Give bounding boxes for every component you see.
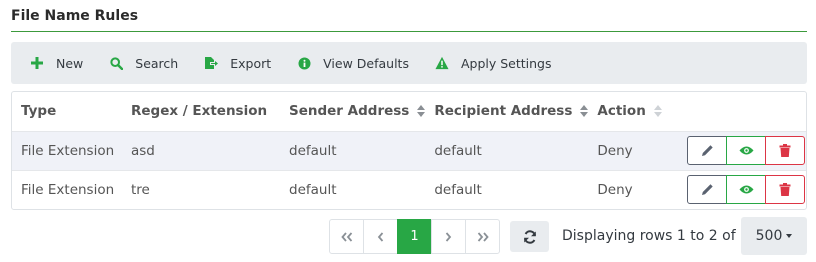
column-header-type[interactable]: Type — [12, 92, 122, 131]
cell-buttons — [674, 169, 806, 209]
eye-icon — [739, 185, 754, 194]
trash-icon — [779, 183, 791, 197]
cell-type: File Extension — [12, 130, 122, 170]
table-header-row: Type Regex / Extension Sender Address Re… — [12, 92, 806, 131]
cell-action: Deny — [588, 130, 675, 170]
pencil-icon — [701, 184, 713, 196]
search-icon — [109, 56, 123, 70]
page-size-value: 500 — [755, 228, 783, 244]
toolbar: New Search Export View Defaults Apply Se… — [11, 42, 807, 84]
first-page-button[interactable] — [329, 219, 364, 254]
page-button-current[interactable]: 1 — [397, 219, 432, 254]
search-label: Search — [135, 55, 179, 71]
next-page-button[interactable] — [431, 219, 466, 254]
sort-icon[interactable] — [580, 104, 589, 118]
column-header-regex[interactable]: Regex / Extension — [122, 92, 280, 131]
cell-recipient: default — [425, 130, 589, 170]
cell-sender: default — [280, 130, 426, 170]
export-button[interactable]: Export — [195, 48, 280, 78]
last-page-button[interactable] — [465, 219, 500, 254]
column-header-recipient[interactable]: Recipient Address — [425, 92, 589, 131]
double-chevron-right-icon — [477, 231, 489, 242]
cell-action: Deny — [588, 169, 675, 209]
cell-buttons — [674, 130, 806, 170]
refresh-icon — [523, 229, 536, 244]
page-title: File Name Rules — [11, 8, 139, 24]
title-divider — [11, 31, 807, 32]
delete-button[interactable] — [765, 175, 806, 205]
eye-icon — [739, 146, 754, 155]
cell-sender: default — [280, 169, 426, 209]
edit-button[interactable] — [687, 136, 728, 165]
pagination: 1 — [329, 219, 500, 254]
plus-icon — [30, 56, 44, 70]
new-label: New — [56, 55, 84, 71]
double-chevron-left-icon — [340, 231, 352, 242]
apply-settings-label: Apply Settings — [460, 55, 552, 71]
delete-button[interactable] — [765, 136, 806, 165]
row-actions — [687, 175, 806, 205]
column-header-action[interactable]: Action — [588, 92, 674, 131]
export-label: Export — [230, 55, 272, 71]
refresh-button[interactable] — [510, 221, 549, 252]
trash-icon — [779, 144, 791, 157]
view-button[interactable] — [726, 175, 767, 205]
table-row: File Extension tre default default Deny — [12, 169, 806, 209]
view-defaults-button[interactable]: View Defaults — [288, 48, 418, 78]
column-header-sender[interactable]: Sender Address — [280, 92, 426, 131]
column-header-buttons — [674, 92, 806, 131]
table-row: File Extension asd default default Deny — [12, 130, 806, 170]
caret-down-icon — [786, 234, 793, 238]
sort-icon[interactable] — [653, 104, 662, 118]
sort-icon[interactable] — [417, 104, 426, 118]
cell-regex: asd — [122, 130, 280, 170]
chevron-right-icon — [445, 231, 452, 242]
cell-type: File Extension — [12, 169, 122, 209]
info-icon — [297, 56, 311, 70]
cell-recipient: default — [425, 169, 589, 209]
export-icon — [204, 56, 219, 70]
chevron-left-icon — [377, 231, 384, 242]
view-button[interactable] — [726, 136, 767, 165]
view-defaults-label: View Defaults — [323, 55, 409, 71]
apply-settings-button[interactable]: Apply Settings — [426, 48, 561, 78]
prev-page-button[interactable] — [363, 219, 398, 254]
edit-button[interactable] — [687, 175, 728, 205]
warning-icon — [435, 56, 449, 70]
pencil-icon — [701, 145, 713, 156]
row-actions — [687, 136, 806, 165]
page-size-dropdown[interactable]: 500 — [741, 217, 807, 255]
cell-regex: tre — [122, 169, 280, 209]
rules-table: Type Regex / Extension Sender Address Re… — [11, 91, 807, 210]
pagination-status: Displaying rows 1 to 2 of 2 — [562, 228, 749, 244]
search-button[interactable]: Search — [100, 48, 187, 78]
new-button[interactable]: New — [21, 48, 92, 78]
